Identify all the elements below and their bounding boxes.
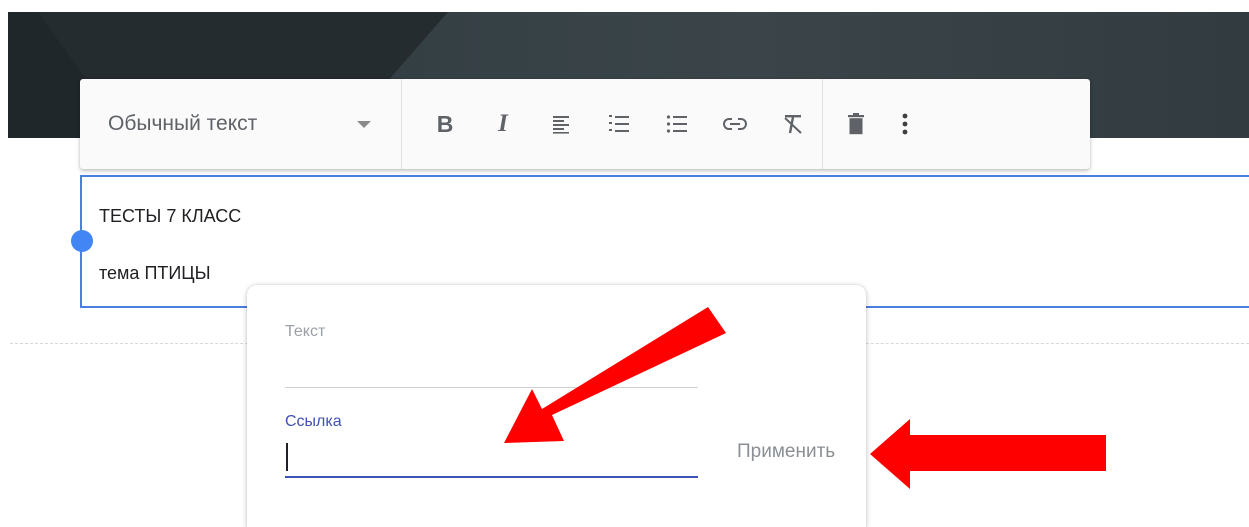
bulleted-list-button[interactable]	[648, 97, 706, 151]
align-left-icon	[553, 116, 569, 134]
link-field-label: Ссылка	[285, 413, 342, 430]
text-cursor	[286, 443, 288, 471]
align-button[interactable]	[532, 97, 590, 151]
paragraph-style-select[interactable]: Обычный текст	[80, 79, 402, 169]
more-options-button[interactable]	[885, 97, 925, 151]
clear-format-icon	[784, 115, 802, 134]
paragraph-style-label: Обычный текст	[108, 112, 258, 135]
drag-handle[interactable]	[71, 230, 93, 252]
numbered-list-button[interactable]	[590, 97, 648, 151]
bulleted-list-icon	[666, 115, 687, 133]
insert-link-button[interactable]	[706, 97, 764, 151]
bold-button[interactable]: B	[416, 97, 474, 151]
editor-text-line[interactable]: ТЕСТЫ 7 КЛАСС	[99, 206, 241, 227]
action-button-group	[823, 79, 925, 169]
more-vert-icon	[902, 113, 908, 135]
delete-icon	[848, 113, 864, 135]
text-field-underline[interactable]	[285, 387, 698, 388]
text-field-label: Текст	[285, 323, 326, 340]
caret-down-icon	[357, 120, 371, 128]
delete-button[interactable]	[827, 97, 885, 151]
apply-button[interactable]: Применить	[737, 441, 835, 463]
numbered-list-icon	[609, 115, 629, 132]
format-toolbar: Обычный текст B I	[80, 79, 1090, 169]
format-button-group: B I	[402, 79, 823, 169]
italic-button[interactable]: I	[474, 97, 532, 151]
link-dialog: Текст Ссылка Применить	[247, 285, 866, 527]
link-input[interactable]	[285, 438, 698, 478]
bold-label: B	[436, 110, 454, 137]
arrow-annotation	[870, 419, 1106, 489]
link-icon	[723, 118, 747, 130]
editor-text-line[interactable]: тема ПТИЦЫ	[99, 263, 211, 284]
italic-label: I	[498, 110, 508, 137]
clear-format-button[interactable]	[764, 97, 822, 151]
